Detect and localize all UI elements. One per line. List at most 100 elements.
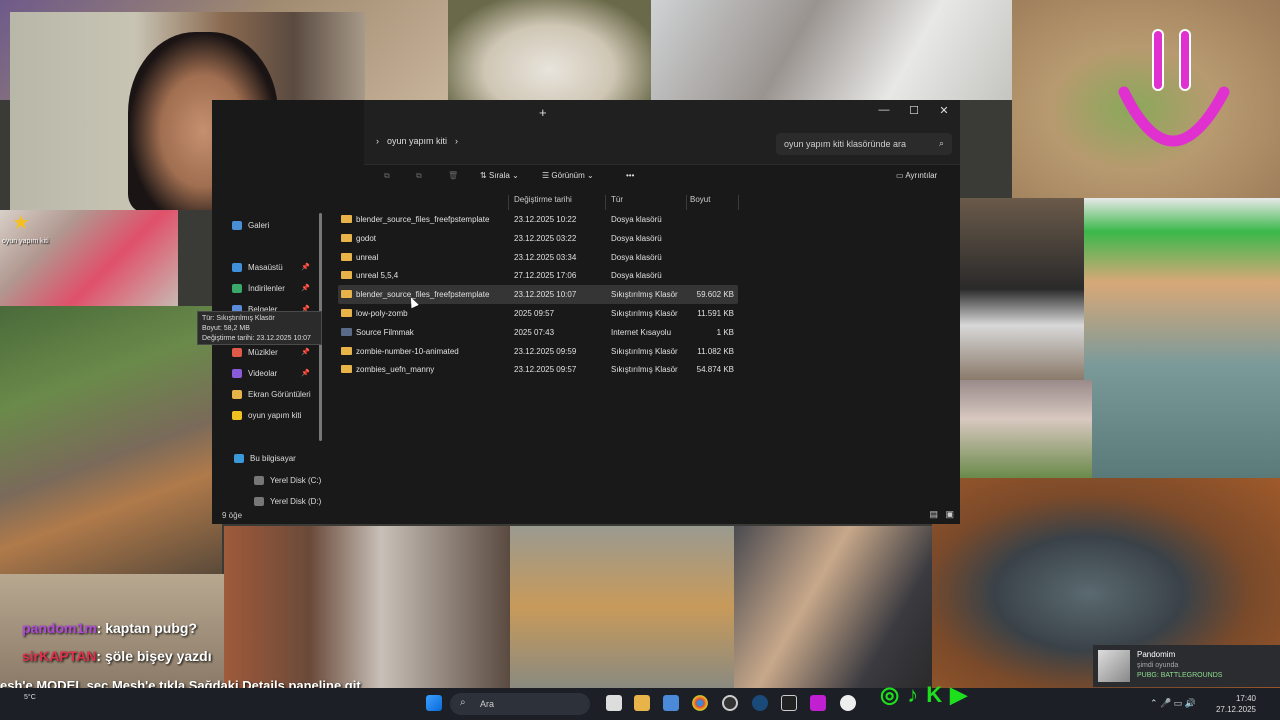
file-type: Internet Kısayolu (611, 327, 672, 337)
folder-icon (341, 233, 352, 242)
sort-button[interactable]: ⇅ Sırala ⌄ (480, 171, 519, 180)
file-row[interactable]: unreal 5,5,4 27.12.2025 17:06 Dosya klasör… (338, 266, 738, 285)
navigation-pane: GaleriMasaüstü📌İndirilenler📌Belgeler📌Res… (212, 213, 322, 508)
type-column-header[interactable]: Tür (611, 195, 623, 204)
nav-item[interactable]: Müzikler (232, 348, 278, 357)
file-type: Dosya klasörü (611, 252, 662, 262)
file-name: Source Filmmak (356, 327, 414, 337)
nav-item[interactable]: Galeri (232, 221, 269, 230)
nav-icon (232, 369, 242, 378)
nav-item[interactable]: Yerel Disk (C:) (254, 476, 321, 485)
file-date: 23.12.2025 10:07 (514, 290, 577, 300)
epic-games-icon[interactable] (781, 695, 797, 711)
tooltip-type: Tür: Sıkıştırılmış Klasör (202, 315, 275, 322)
game-notification[interactable]: Pandomim şimdi oyunda PUBG: BATTLEGROUND… (1093, 645, 1280, 687)
title-bar: + — ☐ ✕ (364, 100, 960, 123)
file-row[interactable]: Source Filmmak 2025 07:43 Internet Kısayol… (338, 323, 738, 342)
file-size: 1 KB (716, 327, 734, 337)
twitch-icon[interactable] (810, 695, 826, 711)
file-row[interactable]: blender_source_files_freefpstemplate 23.1… (338, 285, 738, 304)
folder-icon (341, 290, 352, 299)
item-count: 9 öğe (222, 511, 243, 520)
command-bar: ⧉ ⧉ 🗑 ⇅ Sırala ⌄ ☰ Görünüm ⌄ ••• ▭ Ayrın… (364, 165, 960, 189)
file-date: 2025 07:43 (514, 327, 555, 337)
minimize-button[interactable]: — (870, 104, 898, 116)
column-divider (686, 195, 687, 210)
star-icon: ★ (12, 212, 30, 234)
tiktok-icon: ♪ (907, 682, 927, 707)
nav-icon (232, 284, 242, 293)
file-date: 23.12.2025 10:22 (514, 215, 577, 224)
file-row[interactable]: low-poly-zomb 2025 09:57 Sıkıştırılmış Kla… (338, 304, 738, 323)
details-view-icon[interactable]: ▤ (929, 509, 938, 520)
address-bar: › oyun yapım kiti › oyun yapım kiti klas… (364, 123, 960, 165)
frog-image (1012, 0, 1280, 198)
pin-icon: 📌 (301, 349, 310, 356)
breadcrumb-current[interactable]: oyun yapım kiti (387, 136, 447, 146)
column-divider (605, 195, 606, 210)
task-view-icon[interactable] (606, 695, 622, 711)
search-input[interactable]: oyun yapım kiti klasöründe ara ⌕ (776, 133, 952, 155)
search-placeholder: oyun yapım kiti klasöründe ara (784, 139, 907, 149)
taskbar-search[interactable]: ⌕ Ara (450, 693, 590, 715)
nav-item[interactable]: Bu bilgisayar (234, 454, 296, 463)
fluffy-animal-image (448, 0, 651, 100)
time: 17:40 (1235, 694, 1256, 703)
cat-keyboard-image (734, 526, 932, 688)
file-row[interactable]: zombie-number-10-animated 23.12.2025 09:5… (338, 342, 738, 361)
notification-status: şimdi oyunda (1137, 662, 1179, 669)
nav-item[interactable]: İndirilenler (232, 284, 285, 293)
size-column-header[interactable]: Boyut (690, 195, 710, 204)
file-type: Dosya klasörü (611, 233, 662, 243)
copy-icon[interactable]: ⧉ (416, 171, 422, 181)
nav-item[interactable]: Videolar (232, 369, 277, 378)
file-row[interactable]: blender_source_files_freefpstemplate 23.1… (338, 210, 738, 229)
search-icon: ⌕ (460, 697, 466, 708)
details-button[interactable]: ▭ Ayrıntılar (896, 171, 937, 180)
file-row[interactable]: unreal 23.12.2025 03:34 Dosya klasörü (338, 248, 738, 267)
breadcrumb[interactable]: › oyun yapım kiti › (376, 136, 458, 146)
unreal-icon[interactable] (840, 695, 856, 711)
file-row[interactable]: godot 23.12.2025 03:22 Dosya klasörü (338, 229, 738, 248)
avatar (1098, 650, 1130, 682)
view-button[interactable]: ☰ Görünüm ⌄ (542, 171, 594, 180)
file-explorer-window: + — ☐ ✕ › oyun yapım kiti › oyun yapım k… (212, 100, 960, 524)
search-icon: ⌕ (938, 138, 944, 148)
nav-item[interactable]: Ekran Görüntüleri (232, 390, 311, 399)
more-button[interactable]: ••• (626, 171, 634, 180)
tooltip-date: Değiştirme tarihi: 23.12.2025 10:07 (202, 335, 311, 342)
nav-item[interactable]: oyun yapım kiti (232, 411, 301, 420)
file-type: Dosya klasörü (611, 215, 662, 224)
cat-toilet-image (651, 0, 1012, 100)
start-icon[interactable] (426, 695, 442, 711)
store-icon[interactable] (663, 695, 679, 711)
chat-text: : kaptan pubg? (96, 620, 198, 636)
nav-icon (232, 221, 242, 230)
tiles-view-icon[interactable]: ▣ (945, 509, 954, 520)
file-row[interactable]: zombies_uefn_manny 23.12.2025 09:57 Sıkışt… (338, 360, 738, 379)
chrome-icon[interactable] (692, 695, 708, 711)
nav-item[interactable]: Yerel Disk (D:) (254, 497, 321, 506)
close-button[interactable]: ✕ (930, 104, 958, 117)
pin-icon: 📌 (301, 264, 310, 271)
file-explorer-icon[interactable] (634, 695, 650, 711)
new-tab-button[interactable]: + (539, 105, 547, 120)
social-icons: ◎♪K▶ (880, 682, 975, 708)
pin-icon: 📌 (301, 285, 310, 292)
clock[interactable]: 17:40 27.12.2025 (1216, 693, 1256, 715)
dog-image (510, 526, 734, 688)
nav-item[interactable]: Masaüstü (232, 263, 283, 272)
nav-label: Bu bilgisayar (250, 454, 296, 463)
nav-label: Ekran Görüntüleri (248, 390, 311, 399)
delete-icon[interactable]: 🗑 (448, 171, 458, 180)
tooltip-size: Boyut: 58,2 MB (202, 325, 250, 332)
webcam-tag-label: oyun yapım kiti (2, 238, 49, 245)
system-tray[interactable]: ⌃ 🎤 ▭ 🔊 (1150, 698, 1196, 709)
date-column-header[interactable]: Değiştirme tarihi (514, 195, 572, 204)
cut-icon[interactable]: ⧉ (384, 171, 390, 181)
maximize-button[interactable]: ☐ (900, 104, 928, 117)
donkey-image (224, 526, 510, 688)
steam-icon[interactable] (752, 695, 768, 711)
obs-icon[interactable] (722, 695, 738, 711)
file-date: 2025 09:57 (514, 308, 555, 318)
